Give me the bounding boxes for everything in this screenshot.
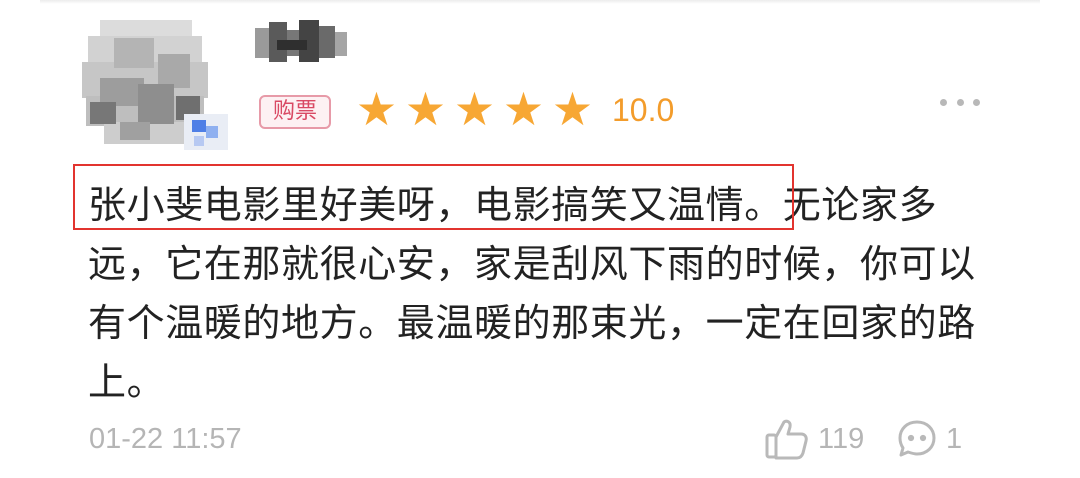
- username[interactable]: [255, 18, 347, 64]
- star-icon: ★: [355, 82, 398, 136]
- star-rating: ★ ★ ★ ★ ★: [352, 84, 597, 134]
- comment-count: 1: [946, 422, 963, 455]
- thumbs-up-icon: [764, 416, 810, 462]
- star-icon: ★: [453, 82, 496, 136]
- ticket-purchased-badge: 购票: [259, 95, 331, 129]
- timestamp: 01-22 11:57: [89, 423, 242, 455]
- star-icon: ★: [502, 82, 545, 136]
- like-button[interactable]: 119: [764, 414, 864, 464]
- star-icon: ★: [404, 82, 447, 136]
- more-icon[interactable]: [940, 96, 980, 108]
- star-icon: ★: [551, 82, 594, 136]
- comment-bubble-icon: [896, 418, 938, 460]
- top-divider: [40, 0, 1040, 4]
- avatar[interactable]: [80, 14, 230, 150]
- like-count: 119: [818, 422, 865, 455]
- highlight-box: [73, 164, 794, 230]
- rating-score: 10.0: [612, 92, 675, 128]
- comment-button[interactable]: 1: [896, 414, 968, 464]
